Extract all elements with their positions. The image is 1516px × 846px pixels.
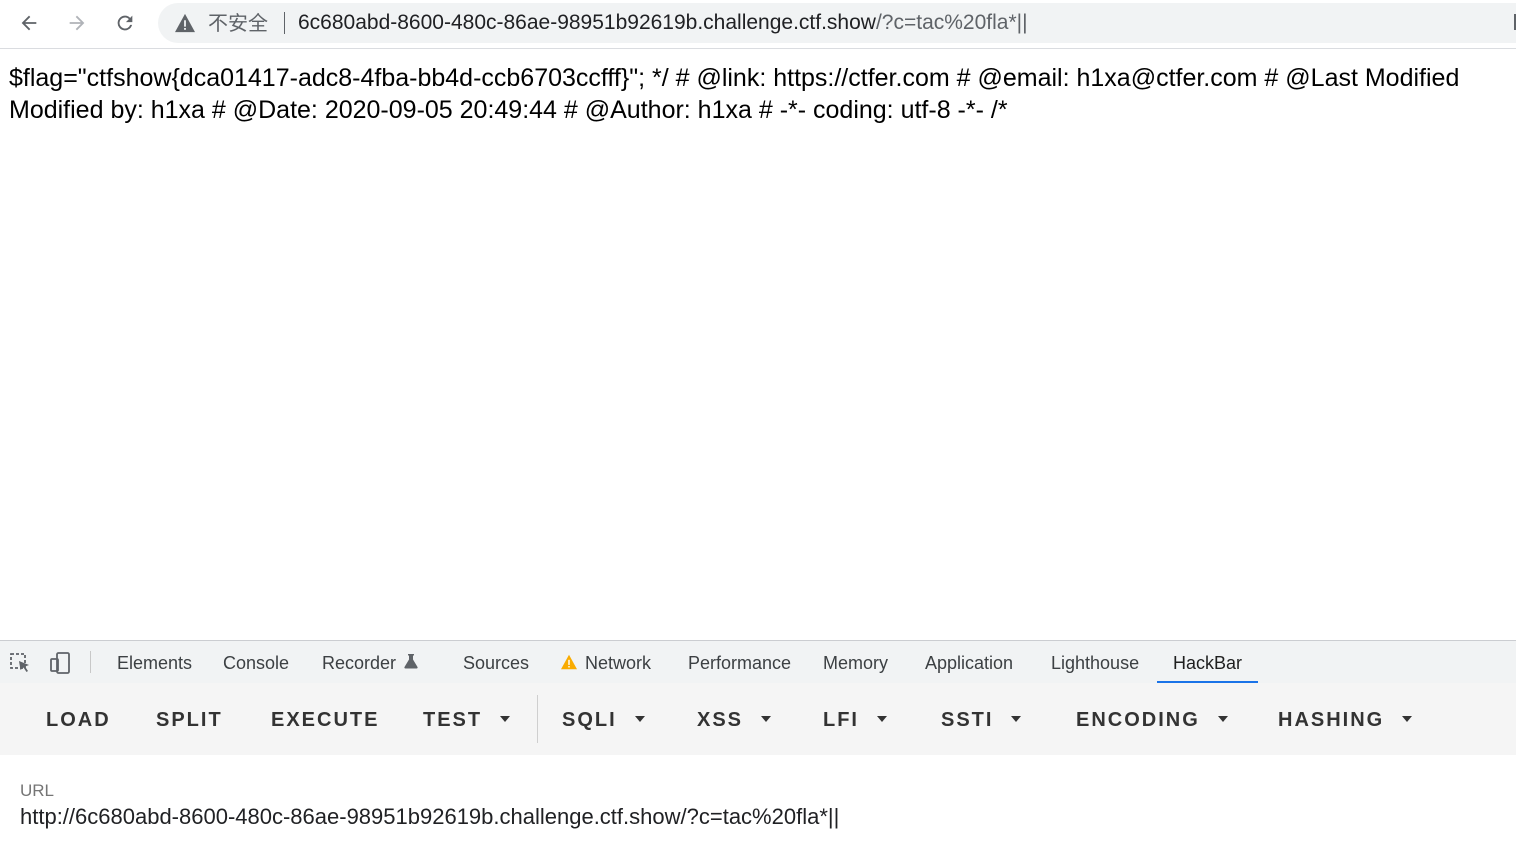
split-button[interactable]: SPLIT — [156, 705, 223, 735]
tab-console[interactable]: Console — [223, 641, 289, 683]
sqli-label: SQLI — [562, 709, 617, 731]
url-field-label: URL — [20, 781, 55, 800]
url-host: 6c680abd-8600-480c-86ae-98951b92619b.cha… — [298, 11, 876, 34]
warning-icon — [175, 13, 195, 33]
tab-sources[interactable]: Sources — [463, 641, 529, 683]
xss-label: XSS — [697, 709, 744, 731]
toolbar-divider — [537, 695, 538, 743]
chevron-down-icon — [877, 715, 887, 722]
tab-network-label: Network — [585, 653, 652, 673]
ssti-dropdown[interactable]: SSTI — [941, 705, 1022, 735]
encoding-label: ENCODING — [1076, 709, 1200, 731]
url-field[interactable]: http://6c680abd-8600-480c-86ae-98951b926… — [20, 804, 1500, 830]
tab-performance[interactable]: Performance — [688, 641, 791, 683]
arrow-left-icon — [21, 15, 37, 31]
sqli-dropdown[interactable]: SQLI — [562, 705, 645, 735]
execute-button[interactable]: EXECUTE — [271, 705, 379, 735]
omnibox-divider — [284, 12, 285, 34]
page-text-line-2: Modified by: h1xa # @Date: 2020-09-05 20… — [9, 96, 1008, 124]
page-body: $flag="ctfshow{dca01417-adc8-4fba-bb4d-c… — [9, 62, 1516, 126]
load-button[interactable]: LOAD — [46, 705, 111, 735]
forward-button[interactable] — [60, 6, 94, 40]
devtools-panel: Elements Console Recorder Sources Networ… — [0, 640, 1516, 846]
chevron-down-icon — [1011, 715, 1022, 722]
lfi-dropdown[interactable]: LFI — [823, 705, 887, 735]
address-bar[interactable]: 不安全 6c680abd-8600-480c-86ae-98951b92619b… — [158, 3, 1516, 43]
device-toolbar-icon[interactable] — [48, 651, 72, 675]
experiment-flask-icon — [404, 654, 418, 669]
chevron-down-icon — [634, 715, 645, 722]
chevron-down-icon — [1402, 715, 1413, 722]
test-dropdown[interactable]: TEST — [423, 705, 511, 735]
tab-memory[interactable]: Memory — [823, 641, 888, 683]
encoding-dropdown[interactable]: ENCODING — [1076, 705, 1228, 735]
url-path: /?c=tac%20fla*|| — [875, 11, 1028, 34]
reload-icon — [117, 15, 133, 31]
reload-button[interactable] — [108, 6, 142, 40]
tab-elements[interactable]: Elements — [117, 641, 192, 683]
tab-recorder[interactable]: Recorder — [322, 641, 418, 683]
arrow-right-icon — [69, 15, 85, 31]
test-label: TEST — [423, 709, 483, 731]
inspect-element-icon[interactable] — [8, 651, 32, 675]
browser-toolbar: 不安全 6c680abd-8600-480c-86ae-98951b92619b… — [0, 0, 1516, 49]
page-text-line-1: $flag="ctfshow{dca01417-adc8-4fba-bb4d-c… — [9, 64, 1460, 92]
hashing-dropdown[interactable]: HASHING — [1278, 705, 1413, 735]
chevron-down-icon — [1217, 715, 1228, 722]
ssti-label: SSTI — [941, 709, 994, 731]
tab-application[interactable]: Application — [925, 641, 1013, 683]
tab-lighthouse[interactable]: Lighthouse — [1051, 641, 1139, 683]
hashing-label: HASHING — [1278, 709, 1385, 731]
tab-hackbar[interactable]: HackBar — [1157, 641, 1258, 683]
tabbar-divider — [90, 651, 91, 673]
url-text[interactable]: 6c680abd-8600-480c-86ae-98951b92619b.cha… — [298, 11, 1028, 35]
tab-recorder-label: Recorder — [322, 653, 397, 673]
hackbar-toolbar: LOAD SPLIT EXECUTE TEST SQLI XSS LFI SST… — [0, 683, 1516, 755]
lfi-label: LFI — [823, 709, 859, 731]
devtools-tabbar: Elements Console Recorder Sources Networ… — [0, 641, 1516, 684]
xss-dropdown[interactable]: XSS — [697, 705, 772, 735]
chevron-down-icon — [500, 715, 511, 722]
network-warning-icon — [561, 654, 577, 670]
tab-network[interactable]: Network — [560, 641, 651, 683]
security-label[interactable]: 不安全 — [208, 11, 268, 35]
chevron-down-icon — [761, 715, 772, 722]
back-button[interactable] — [12, 6, 46, 40]
